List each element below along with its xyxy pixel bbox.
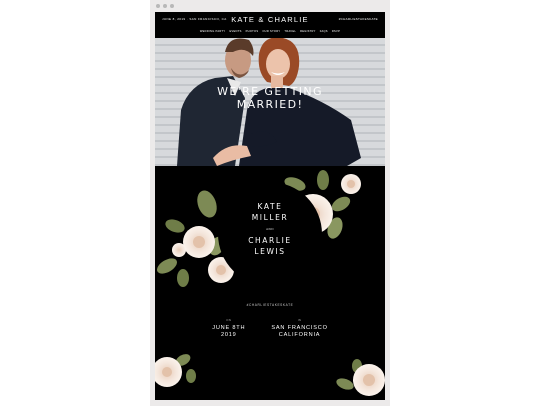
nav-item-rsvp[interactable]: RSVP (332, 30, 340, 33)
and-separator: AND (266, 227, 274, 231)
nav-item-faqs[interactable]: FAQS (320, 30, 328, 33)
header-hashtag: #CHARLIESTAKESKATE (338, 17, 378, 21)
location-label: IN (297, 318, 302, 322)
nav-item-events[interactable]: EVENTS (229, 30, 241, 33)
nav-item-our-story[interactable]: OUR STORY (262, 30, 280, 33)
bottom-left-flower (155, 354, 196, 387)
nav-item-registry[interactable]: REGISTRY (300, 30, 316, 33)
wedding-website: JUNE 8, 2019 · SAN FRANCISCO, CA KATE & … (155, 12, 385, 400)
date-line-2: 2019 (220, 332, 237, 338)
hero-line-2: MARRIED! (236, 98, 304, 111)
browser-window: JUNE 8, 2019 · SAN FRANCISCO, CA KATE & … (150, 0, 390, 406)
browser-toolbar (150, 0, 390, 12)
location-line-2: CALIFORNIA (278, 332, 321, 338)
maximize-window-button[interactable] (170, 4, 174, 8)
bottom-right-flower (336, 359, 385, 396)
main-nav: WEDDING PARTY EVENTS PHOTOS OUR STORY TR… (155, 30, 385, 33)
names-section: KATE MILLER AND CHARLIE LEWIS #CHARLIEST… (155, 166, 385, 400)
event-details: ON JUNE 8TH 2019 IN SAN FRANCISCO CALIFO… (155, 318, 385, 339)
date-line-1: JUNE 8TH (212, 325, 246, 331)
minimize-window-button[interactable] (163, 4, 167, 8)
hero-headline: WE'RE GETTING MARRIED! (155, 85, 385, 111)
nav-item-photos[interactable]: PHOTOS (246, 30, 259, 33)
hero-photo: WE'RE GETTING MARRIED! (155, 38, 385, 166)
wedding-hashtag: #CHARLIESTAKESKATE (246, 303, 294, 307)
bride-first-name: KATE (257, 202, 283, 211)
nav-item-travel[interactable]: TRAVEL (284, 30, 296, 33)
location-block: IN SAN FRANCISCO CALIFORNIA (271, 318, 327, 339)
bride-last-name: MILLER (251, 213, 289, 222)
groom-last-name: LEWIS (254, 247, 286, 256)
date-label: ON (226, 318, 232, 322)
location-line-1: SAN FRANCISCO (271, 325, 328, 331)
groom-first-name: CHARLIE (248, 236, 292, 245)
couple-names: KATE MILLER AND CHARLIE LEWIS (155, 201, 385, 257)
site-header: JUNE 8, 2019 · SAN FRANCISCO, CA KATE & … (155, 12, 385, 38)
close-window-button[interactable] (156, 4, 160, 8)
date-block: ON JUNE 8TH 2019 (212, 318, 245, 339)
hero-line-1: WE'RE GETTING (217, 85, 323, 98)
nav-item-wedding-party[interactable]: WEDDING PARTY (200, 30, 226, 33)
